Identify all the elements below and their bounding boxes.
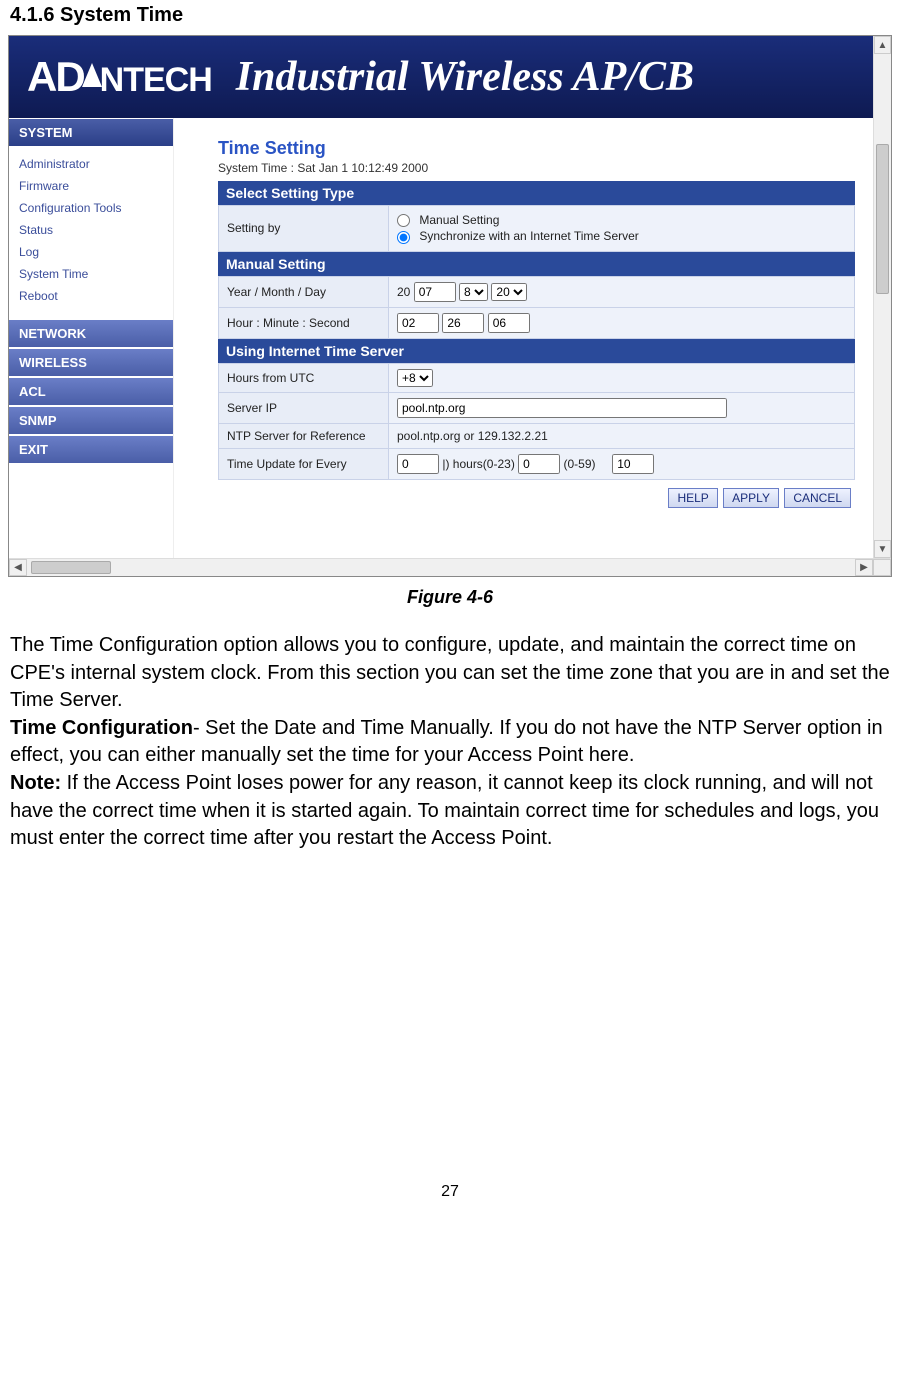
- internet-time-table: Hours from UTC +8 Server IP: [218, 363, 855, 480]
- update-hours-text: |) hours(0-23): [442, 457, 514, 471]
- radio-manual-row[interactable]: Manual Setting: [397, 213, 846, 227]
- banner-title: Industrial Wireless AP/CB: [236, 53, 694, 101]
- sidebar-item-log[interactable]: Log: [9, 241, 173, 263]
- figure-caption: Figure 4-6: [0, 587, 900, 608]
- system-time-label: System Time : Sat Jan 1 10:12:49 2000: [218, 161, 855, 175]
- day-select[interactable]: 20: [491, 283, 527, 301]
- update-minutes-input[interactable]: [518, 454, 560, 474]
- sidebar-section-network[interactable]: NETWORK: [9, 319, 173, 348]
- button-row: HELP APPLY CANCEL: [218, 480, 855, 512]
- scroll-right-icon[interactable]: ▶: [855, 559, 873, 576]
- app-banner: AD NTECH Industrial Wireless AP/CB: [9, 36, 873, 118]
- setting-by-label: Setting by: [219, 206, 389, 252]
- sidebar-section-exit[interactable]: EXIT: [9, 435, 173, 464]
- vertical-scrollbar[interactable]: ▲ ▼: [873, 36, 891, 558]
- doc-para-3-bold: Note:: [10, 772, 61, 794]
- year-prefix: 20: [397, 285, 410, 299]
- help-button[interactable]: HELP: [668, 488, 717, 508]
- section-manual-setting: Manual Setting: [218, 252, 855, 276]
- logo-triangle-icon: [82, 63, 102, 87]
- sidebar-item-reboot[interactable]: Reboot: [9, 285, 173, 307]
- vertical-scroll-track[interactable]: [874, 54, 891, 540]
- sidebar-item-configuration-tools[interactable]: Configuration Tools: [9, 197, 173, 219]
- sidebar-section-wireless[interactable]: WIRELESS: [9, 348, 173, 377]
- logo-text-a: AD: [27, 53, 84, 101]
- scroll-up-icon[interactable]: ▲: [874, 36, 891, 54]
- section-select-setting-type: Select Setting Type: [218, 181, 855, 205]
- horizontal-scroll-thumb[interactable]: [31, 561, 111, 574]
- sidebar: SYSTEM Administrator Firmware Configurat…: [9, 118, 174, 558]
- radio-sync-row[interactable]: Synchronize with an Internet Time Server: [397, 229, 846, 243]
- horizontal-scroll-track[interactable]: [27, 559, 855, 576]
- sidebar-item-status[interactable]: Status: [9, 219, 173, 241]
- sidebar-section-snmp[interactable]: SNMP: [9, 406, 173, 435]
- second-input[interactable]: [488, 313, 530, 333]
- hour-input[interactable]: [397, 313, 439, 333]
- update-extra-input[interactable]: [612, 454, 654, 474]
- ntp-ref-value: pool.ntp.org or 129.132.2.21: [389, 423, 855, 448]
- month-select[interactable]: 8: [459, 283, 488, 301]
- setting-type-table: Setting by Manual Setting Synchronize wi…: [218, 205, 855, 252]
- radio-sync-label: Synchronize with an Internet Time Server: [419, 229, 638, 243]
- sidebar-item-firmware[interactable]: Firmware: [9, 175, 173, 197]
- manual-setting-table: Year / Month / Day 20 8 20 Hour : Minute…: [218, 276, 855, 339]
- doc-para-3: Note: If the Access Point loses power fo…: [10, 770, 890, 853]
- year-input[interactable]: [414, 282, 456, 302]
- doc-para-1: The Time Configuration option allows you…: [10, 632, 890, 715]
- sidebar-header-system[interactable]: SYSTEM: [9, 118, 173, 147]
- update-label: Time Update for Every: [219, 448, 389, 479]
- doc-para-2-bold: Time Configuration: [10, 717, 193, 739]
- doc-para-3-rest: If the Access Point loses power for any …: [10, 772, 879, 849]
- panel-title: Time Setting: [218, 138, 855, 159]
- sidebar-item-administrator[interactable]: Administrator: [9, 153, 173, 175]
- minute-input[interactable]: [442, 313, 484, 333]
- radio-manual[interactable]: [397, 214, 410, 227]
- horizontal-scrollbar[interactable]: ◀ ▶: [9, 558, 891, 576]
- section-internet-time-server: Using Internet Time Server: [218, 339, 855, 363]
- server-ip-label: Server IP: [219, 392, 389, 423]
- doc-para-2: Time Configuration- Set the Date and Tim…: [10, 715, 890, 770]
- screenshot-container: AD NTECH Industrial Wireless AP/CB SYSTEM…: [8, 35, 892, 577]
- update-minutes-text: (0-59): [564, 457, 596, 471]
- radio-manual-label: Manual Setting: [419, 213, 499, 227]
- hms-label: Hour : Minute : Second: [219, 307, 389, 338]
- radio-sync[interactable]: [397, 231, 410, 244]
- doc-body: The Time Configuration option allows you…: [0, 632, 900, 853]
- logo-text-rest: NTECH: [100, 61, 212, 100]
- server-ip-input[interactable]: [397, 398, 727, 418]
- cancel-button[interactable]: CANCEL: [784, 488, 851, 508]
- scroll-left-icon[interactable]: ◀: [9, 559, 27, 576]
- scroll-corner: [873, 559, 891, 576]
- sidebar-item-system-time[interactable]: System Time: [9, 263, 173, 285]
- update-hours-input[interactable]: [397, 454, 439, 474]
- doc-section-heading: 4.1.6 System Time: [0, 0, 900, 35]
- vertical-scroll-thumb[interactable]: [876, 144, 889, 294]
- ntp-ref-label: NTP Server for Reference: [219, 423, 389, 448]
- sidebar-section-acl[interactable]: ACL: [9, 377, 173, 406]
- utc-select[interactable]: +8: [397, 369, 433, 387]
- scroll-down-icon[interactable]: ▼: [874, 540, 891, 558]
- page-number: 27: [0, 1183, 900, 1209]
- advantech-logo: AD NTECH: [27, 53, 212, 101]
- ymd-label: Year / Month / Day: [219, 276, 389, 307]
- utc-label: Hours from UTC: [219, 363, 389, 392]
- main-panel: Time Setting System Time : Sat Jan 1 10:…: [174, 118, 873, 558]
- apply-button[interactable]: APPLY: [723, 488, 779, 508]
